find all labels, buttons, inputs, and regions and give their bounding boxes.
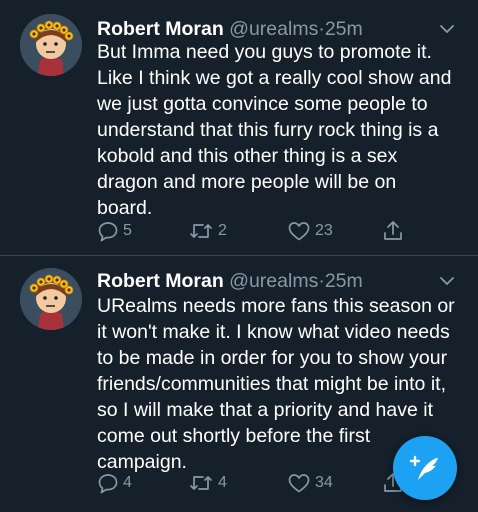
author-name[interactable]: Robert Moran — [97, 270, 224, 292]
tweet-time[interactable]: 25m — [325, 18, 363, 40]
tweet-text-line: so I will make that a priority and have … — [97, 399, 433, 421]
retweet-icon — [190, 476, 212, 490]
compose-tweet-icon — [409, 455, 438, 480]
tweet-actions: 4 4 34 — [97, 470, 417, 496]
reply-icon — [98, 474, 118, 494]
tweet-actions: 5 2 23 — [97, 218, 417, 244]
tweet-text-line: But Imma need you guys to promote it. — [97, 41, 432, 63]
tweet-text-line: we just gotta convince some people to — [97, 93, 428, 115]
tweet-text-line: it won't make it. I know what video need… — [97, 321, 450, 343]
author-handle[interactable]: @urealms — [229, 18, 318, 40]
tweet-text-line: kobold and this other thing is a sex — [97, 145, 398, 167]
author-handle[interactable]: @urealms — [229, 270, 318, 292]
tweet-time[interactable]: 25m — [325, 270, 363, 292]
like-button[interactable]: 34 — [287, 470, 333, 496]
tweet-text-line: Like I think we got a really cool show a… — [97, 67, 452, 89]
chevron-down-icon[interactable] — [436, 269, 458, 293]
like-button[interactable]: 23 — [287, 218, 333, 244]
tweet-text-line: dragon and more people will be on — [97, 171, 397, 193]
like-count: 34 — [315, 474, 333, 491]
tweet-text: But Imma need you guys to promote it. Li… — [97, 39, 464, 221]
retweet-count: 4 — [218, 474, 227, 491]
share-button[interactable] — [381, 218, 405, 244]
retweet-button[interactable]: 4 — [188, 470, 227, 496]
tweet-header: Robert Moran @urealms·25m — [97, 269, 458, 293]
reply-button[interactable]: 5 — [97, 218, 132, 244]
share-icon — [384, 221, 402, 240]
chevron-down-icon[interactable] — [436, 17, 458, 41]
reply-count: 5 — [123, 222, 132, 239]
reply-button[interactable]: 4 — [97, 470, 132, 496]
retweet-button[interactable]: 2 — [188, 218, 227, 244]
compose-tweet-button[interactable] — [393, 436, 457, 500]
like-icon — [288, 474, 310, 493]
avatar[interactable] — [20, 268, 82, 330]
tweet-header: Robert Moran @urealms·25m — [97, 17, 458, 41]
tweet-text-line: friends/communities that might be into i… — [97, 373, 446, 395]
reply-count: 4 — [123, 474, 132, 491]
like-icon — [288, 222, 310, 241]
like-count: 23 — [315, 222, 333, 239]
tweet-text-line: understand that this furry rock thing is… — [97, 119, 439, 141]
tweet-text-line: URealms needs more fans this season or — [97, 295, 455, 317]
tweet[interactable]: Robert Moran @urealms·25m But Imma need … — [0, 0, 478, 256]
tweet-text-line: to be made in order for you to show your — [97, 347, 448, 369]
author-name[interactable]: Robert Moran — [97, 18, 224, 40]
avatar[interactable] — [20, 14, 82, 76]
retweet-icon — [190, 224, 212, 238]
retweet-count: 2 — [218, 222, 227, 239]
reply-icon — [98, 222, 118, 242]
